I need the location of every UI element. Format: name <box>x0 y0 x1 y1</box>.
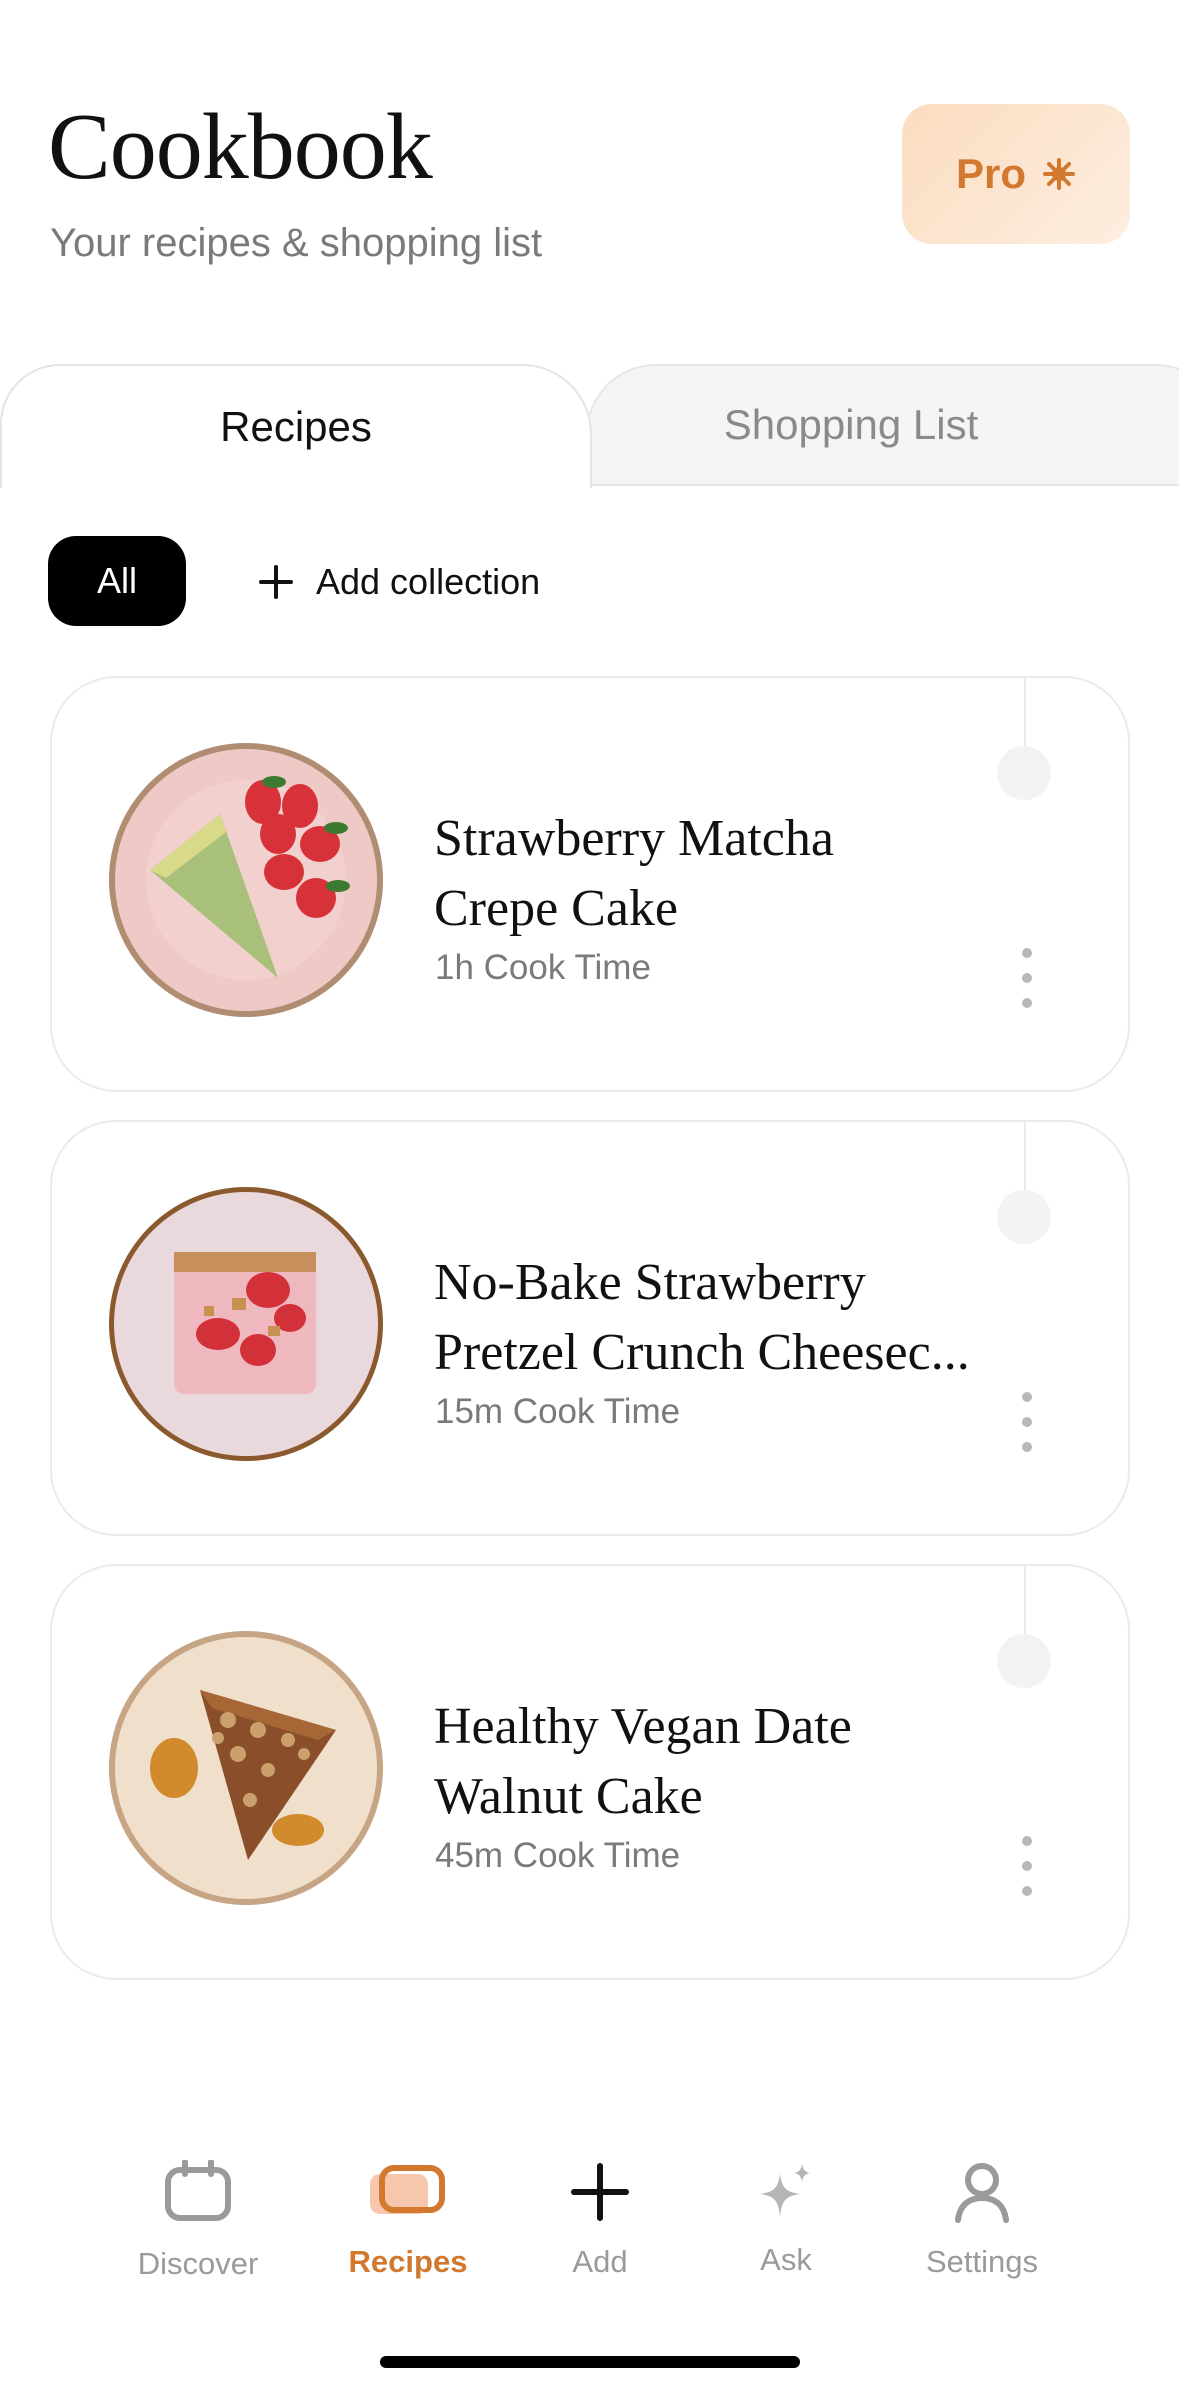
nav-recipes[interactable]: Recipes <box>318 2160 498 2280</box>
card-pin-line <box>1024 1564 1026 1636</box>
recipe-cook-time: 1h Cook Time <box>435 948 651 987</box>
select-toggle[interactable] <box>997 746 1051 800</box>
card-pin-line <box>1024 1120 1026 1192</box>
bottom-nav: Discover Recipes Add Ask Settings <box>0 2160 1179 2300</box>
tab-divider <box>590 484 1179 486</box>
page-subtitle: Your recipes & shopping list <box>50 221 543 265</box>
recipe-image <box>108 1186 384 1462</box>
select-toggle[interactable] <box>997 1634 1051 1688</box>
recipe-card[interactable]: Strawberry Matcha Crepe Cake 1h Cook Tim… <box>50 676 1130 1092</box>
recipes-icon <box>370 2165 445 2214</box>
calendar-icon <box>165 2160 231 2221</box>
select-toggle[interactable] <box>997 1190 1051 1244</box>
sparkle-icon <box>760 2164 810 2216</box>
recipe-title: Strawberry Matcha Crepe Cake <box>434 810 834 937</box>
nav-settings-label: Settings <box>925 2244 1038 2279</box>
recipe-cook-time: 15m Cook Time <box>435 1392 681 1431</box>
recipe-title: Healthy Vegan Date Walnut Cake <box>434 1698 852 1825</box>
sunburst-icon <box>1043 158 1075 190</box>
home-indicator[interactable] <box>380 2356 800 2368</box>
tab-shopping-list[interactable]: Shopping List <box>586 364 1179 484</box>
more-options-icon[interactable] <box>1012 1392 1042 1452</box>
add-collection-button[interactable]: Add collection <box>258 552 540 612</box>
tab-recipes[interactable]: Recipes <box>0 364 592 488</box>
plus-icon <box>259 565 293 599</box>
recipe-card[interactable]: No-Bake Strawberry Pretzel Crunch Cheese… <box>50 1120 1130 1536</box>
pro-button[interactable]: Pro <box>902 104 1130 244</box>
recipe-cook-time: 45m Cook Time <box>435 1836 681 1875</box>
nav-settings[interactable]: Settings <box>892 2160 1072 2280</box>
recipe-card[interactable]: Healthy Vegan Date Walnut Cake 45m Cook … <box>50 1564 1130 1980</box>
more-options-icon[interactable] <box>1012 948 1042 1008</box>
nav-ask[interactable]: Ask <box>696 2160 876 2278</box>
plus-icon <box>571 2163 629 2221</box>
nav-add[interactable]: Add <box>510 2160 690 2280</box>
page-title: Cookbook <box>48 95 433 199</box>
tab-recipes-label: Recipes <box>220 403 372 450</box>
card-pin-line <box>1024 676 1026 748</box>
more-options-icon[interactable] <box>1012 1836 1042 1896</box>
filter-chip-all-label: All <box>96 560 137 601</box>
nav-recipes-label: Recipes <box>348 2244 468 2279</box>
nav-discover[interactable]: Discover <box>108 2160 288 2282</box>
filter-chip-all[interactable]: All <box>48 536 186 626</box>
nav-discover-label: Discover <box>137 2246 259 2281</box>
tab-shopping-list-label: Shopping List <box>723 401 979 448</box>
pro-label: Pro <box>955 150 1026 197</box>
person-icon <box>955 2163 1009 2223</box>
recipe-title: No-Bake Strawberry Pretzel Crunch Cheese… <box>434 1254 970 1381</box>
nav-add-label: Add <box>572 2244 628 2279</box>
nav-ask-label: Ask <box>760 2242 812 2277</box>
recipe-image <box>108 1630 384 1906</box>
add-collection-label: Add collection <box>316 561 541 602</box>
recipe-image <box>108 742 384 1018</box>
